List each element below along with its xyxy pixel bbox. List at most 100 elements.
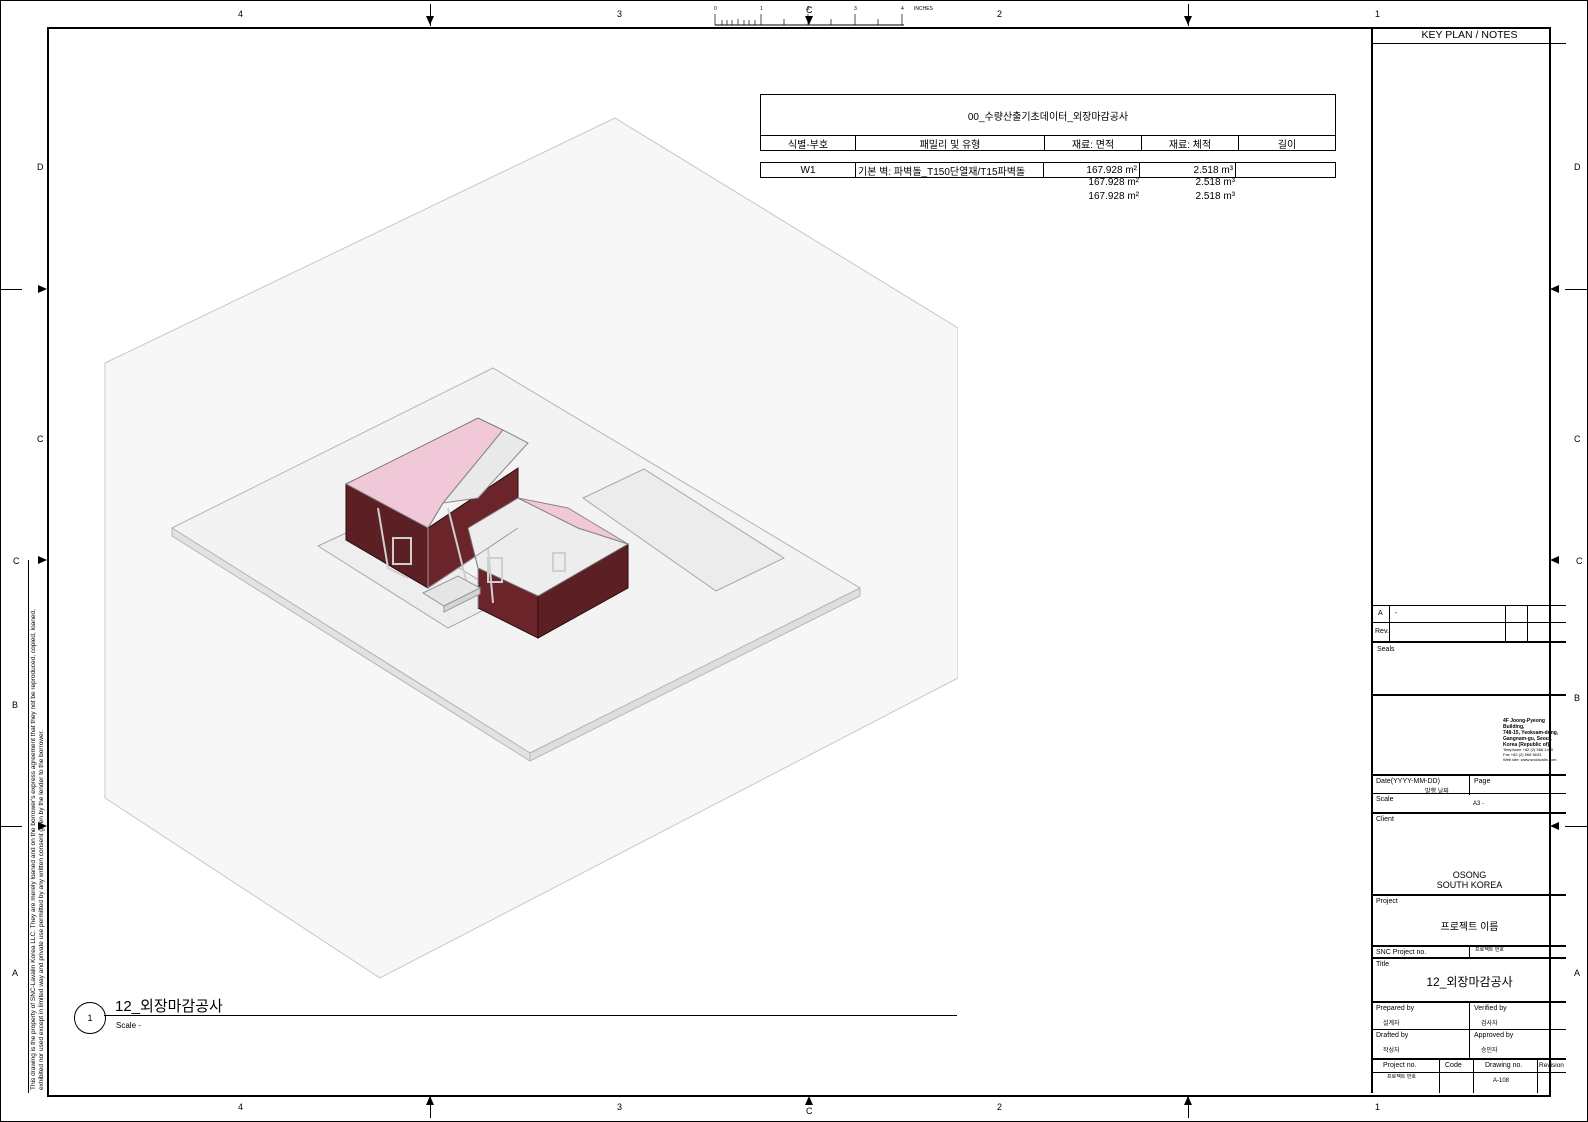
scale-row: Scale A3 - [1373, 793, 1566, 812]
approved-value: 승인자 [1481, 1048, 1498, 1054]
revision-row: A - [1373, 605, 1566, 642]
schedule-cell-volume: 2.518 m³ [1140, 163, 1236, 177]
drawing-title: 12_외장마감공사 [1426, 975, 1513, 989]
zone-right-B: B [1574, 693, 1581, 703]
ruler-label: 3 [854, 6, 857, 12]
zone-top-2: 2 [997, 9, 1003, 19]
scale-label: Scale [1376, 796, 1394, 803]
zone-left-center: C [13, 556, 20, 566]
zone-bottom-3: 3 [617, 1102, 623, 1112]
zone-arrow-top [426, 16, 434, 25]
zone-divider-right [1565, 826, 1587, 827]
subtotal-area: 167.928 m² [1088, 177, 1139, 188]
quantity-schedule: 00_수량산출기초데이터_외장마감공사 식별-부호 패밀리 및 유형 재료: 면… [760, 94, 1336, 151]
zone-right-C: C [1574, 434, 1581, 444]
ruler-unit: INCHES [914, 6, 933, 12]
project-label: Project [1376, 898, 1398, 905]
code-label: Code [1445, 1062, 1462, 1069]
schedule-header-row: 식별-부호 패밀리 및 유형 재료: 면적 재료: 체적 길이 [761, 136, 1335, 150]
zone-bottom-1: 1 [1375, 1102, 1381, 1112]
view-title: 12_외장마감공사 [115, 998, 223, 1015]
schedule-data-row: W1 기본 벽: 파벽돌_T150단열재/T15파벽돌 167.928 m² 2… [760, 162, 1336, 178]
view-scale: Scale - [116, 1021, 141, 1030]
zone-right-D: D [1574, 162, 1581, 172]
isometric-view [104, 117, 958, 979]
prepared-value: 설계자 [1383, 1021, 1400, 1027]
zone-divider-left [0, 826, 22, 827]
zone-bottom-4: 4 [238, 1102, 244, 1112]
zone-bottom-2: 2 [997, 1102, 1003, 1112]
zone-top-3: 3 [617, 9, 623, 19]
total-volume: 2.518 m³ [1195, 191, 1235, 202]
zone-divider-right [1565, 289, 1587, 290]
zone-arrow-bottom [426, 1096, 434, 1105]
approved-label: Approved by [1474, 1032, 1514, 1039]
subtotal-volume: 2.518 m³ [1195, 177, 1235, 188]
snc-project-label: SNC Project no. [1376, 949, 1427, 956]
zone-top-4: 4 [238, 9, 244, 19]
schedule-header: 식별-부호 [761, 136, 856, 150]
schedule-title: 00_수량산출기초데이터_외장마감공사 [761, 95, 1335, 136]
client-box: Client OSONG SOUTH KOREA [1373, 812, 1566, 896]
company-contact: Telephone +82 (2) 568 1400 Fax +82 (2) 5… [1503, 747, 1557, 762]
drafted-row: Drafted by 작성자 Approved by 승인자 [1373, 1029, 1566, 1058]
scale-value: A3 - [1473, 801, 1485, 807]
zone-left-D: D [37, 162, 44, 172]
revision-col-label: Revision [1539, 1062, 1564, 1069]
zone-divider-left [0, 289, 22, 290]
seals-label: Seals [1377, 646, 1395, 653]
verified-value: 검사자 [1481, 1021, 1498, 1027]
date-row: Date(YYYY-MM-DD) 발행 날짜 Page [1373, 774, 1566, 795]
client-label: Client [1376, 816, 1394, 823]
schedule-cell-length [1236, 163, 1335, 177]
ruler-label: 1 [760, 6, 763, 12]
schedule-cell-type: 기본 벽: 파벽돌_T150단열재/T15파벽돌 [856, 163, 1044, 177]
schedule-cell-mark: W1 [761, 163, 856, 177]
company-address: 4F Joong-Pyeong Building, 748-15, Yeoksa… [1503, 718, 1559, 748]
center-arrow-left [38, 556, 47, 564]
disclaimer-divider [28, 560, 29, 1093]
project-no-label: Project no. [1383, 1062, 1417, 1069]
schedule-header: 길이 [1277, 139, 1297, 151]
revision-desc: - [1395, 610, 1398, 617]
ruler-label: 0 [714, 6, 717, 12]
schedule-header: 패밀리 및 유형 [856, 136, 1045, 150]
view-number: 1 [87, 1013, 93, 1023]
prepared-label: Prepared by [1376, 1005, 1415, 1012]
zone-arrow-top [1184, 16, 1192, 25]
client-location: OSONG SOUTH KOREA [1436, 870, 1503, 890]
project-no-value: 프로젝트 번호 [1387, 1074, 1416, 1080]
seals-box: Seals [1373, 641, 1566, 695]
title-block: KEY PLAN / NOTES A - Rev. Seals 4F Joong… [1371, 27, 1566, 1093]
zone-right-center: C [1576, 556, 1583, 566]
schedule-header: 재료: 면적 [1045, 136, 1142, 150]
inch-ruler [714, 14, 904, 26]
project-box: Project 프로젝트 이름 [1373, 894, 1566, 946]
drawing-no-value: A-108 [1493, 1078, 1510, 1084]
zone-left-B: B [12, 700, 19, 710]
drawing-number-row: Project no. Code Drawing no. Revision 프로… [1373, 1058, 1566, 1093]
ruler-label: 4 [901, 6, 904, 12]
revision-letter: A [1378, 610, 1383, 617]
revision-header-row: Rev. [1373, 622, 1566, 642]
title-box: Title 12_외장마감공사 [1373, 957, 1566, 1003]
page-label: Page [1474, 778, 1491, 785]
keyplan-header: KEY PLAN / NOTES [1373, 27, 1566, 44]
snc-project-value: 프로젝트 번호 [1475, 947, 1504, 953]
verified-label: Verified by [1474, 1005, 1507, 1012]
disclaimer-text: This drawing is the property of SNC-Lava… [30, 609, 45, 1090]
zone-left-A: A [12, 968, 19, 978]
schedule-header: 재료: 체적 [1142, 136, 1239, 150]
zone-top-1: 1 [1375, 9, 1381, 19]
project-name: 프로젝트 이름 [1440, 922, 1499, 933]
title-label: Title [1376, 961, 1389, 968]
zone-right-A: A [1574, 968, 1581, 978]
zone-left-C: C [37, 434, 44, 444]
center-arrow-bottom [805, 1096, 813, 1105]
drafted-label: Drafted by [1376, 1032, 1409, 1039]
date-label: Date(YYYY-MM-DD) [1376, 778, 1440, 785]
prepared-row: Prepared by 설계자 Verified by 검사자 [1373, 1001, 1566, 1059]
ruler-label: 2 [807, 6, 810, 12]
zone-arrow-bottom [1184, 1096, 1192, 1105]
zone-arrow-left [38, 285, 47, 293]
